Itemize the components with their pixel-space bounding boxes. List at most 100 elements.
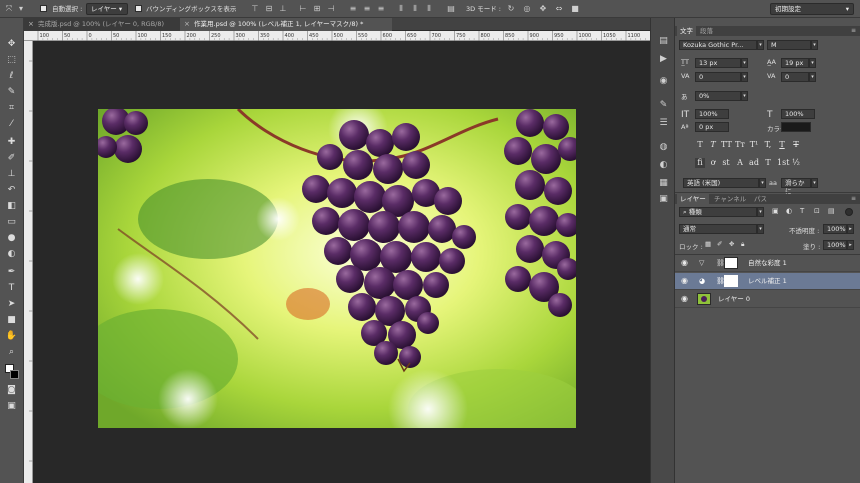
chevron-down-icon[interactable]: ▾ bbox=[811, 40, 818, 50]
eye-icon[interactable]: ◉ bbox=[681, 277, 691, 285]
faux-bold-button[interactable]: T bbox=[695, 140, 705, 150]
align-hcenter-icon[interactable]: ⊞ bbox=[312, 4, 322, 14]
small-caps-button[interactable]: Tт bbox=[735, 140, 745, 150]
3d-rotate-icon[interactable]: ↻ bbox=[506, 4, 516, 14]
baseline-shift-field[interactable]: 0 px bbox=[695, 122, 729, 132]
gradient-tool-icon[interactable]: ▭ bbox=[4, 216, 19, 228]
styles-icon[interactable]: ◍ bbox=[658, 142, 669, 153]
3d-slide-icon[interactable]: ⇔ bbox=[554, 4, 564, 14]
lock-all-icon[interactable]: 🔒︎ bbox=[741, 240, 744, 249]
tab-working-doc[interactable]: × 作業用.psd @ 100% (レベル補正 1, レイヤーマスク/8) * bbox=[180, 18, 392, 31]
screen-mode-icon[interactable]: ▣ bbox=[4, 400, 19, 412]
chevron-down-icon[interactable]: ▾ bbox=[757, 40, 764, 50]
horizontal-scale-field[interactable]: 100% bbox=[781, 109, 815, 119]
tab-layers[interactable]: レイヤー bbox=[677, 194, 709, 204]
bounding-box-checkbox[interactable] bbox=[135, 5, 142, 12]
chevron-down-icon[interactable]: ▸ bbox=[847, 224, 854, 234]
layer-row[interactable]: ◉ レイヤー 0 bbox=[675, 291, 860, 308]
path-select-tool-icon[interactable]: ➤ bbox=[4, 298, 19, 310]
stylistic-alternates-button[interactable]: A bbox=[735, 158, 745, 168]
align-left-icon[interactable]: ⊢ bbox=[298, 4, 308, 14]
filter-shape-icon[interactable]: ⊡ bbox=[814, 207, 820, 215]
vertical-scale-field[interactable]: 100% bbox=[695, 109, 729, 119]
clone-stamp-tool-icon[interactable]: ⊥ bbox=[4, 168, 19, 180]
color-icon[interactable]: ◐ bbox=[658, 160, 669, 171]
info-icon[interactable]: ▣ bbox=[658, 194, 669, 205]
swash-button[interactable]: st bbox=[721, 158, 731, 168]
background-color-swatch[interactable] bbox=[10, 370, 19, 379]
font-size-field[interactable]: 13 px bbox=[695, 58, 741, 68]
layer-row[interactable]: ◉ ◕ ⛓ レベル補正 1 bbox=[675, 273, 860, 290]
close-icon[interactable]: × bbox=[184, 18, 190, 31]
blur-tool-icon[interactable]: ● bbox=[4, 232, 19, 244]
chevron-down-icon[interactable]: ▸ bbox=[847, 240, 854, 250]
eraser-tool-icon[interactable]: ◧ bbox=[4, 200, 19, 212]
align-top-icon[interactable]: ⊤ bbox=[250, 4, 260, 14]
tsume-field[interactable]: 0% bbox=[695, 91, 741, 101]
chevron-down-icon[interactable]: ▾ bbox=[757, 207, 764, 217]
auto-select-dropdown[interactable]: レイヤー ▾ bbox=[86, 3, 128, 15]
titling-alternates-button[interactable]: ad bbox=[749, 158, 759, 168]
layer-thumbnail[interactable] bbox=[697, 293, 711, 305]
tracking-field[interactable]: 0 bbox=[781, 72, 809, 82]
fill-field[interactable]: 100% bbox=[823, 240, 847, 250]
lock-image-icon[interactable]: ✐ bbox=[717, 240, 722, 248]
tab-channels[interactable]: チャンネル bbox=[711, 194, 749, 204]
ordinals-button[interactable]: 1st bbox=[777, 158, 789, 168]
dodge-tool-icon[interactable]: ◐ bbox=[4, 248, 19, 260]
tab-character[interactable]: 文字 bbox=[677, 26, 696, 36]
pen-tool-icon[interactable]: ✒ bbox=[4, 266, 19, 278]
layer-row[interactable]: ◉ ▽ ⛓ 自然な彩度 1 bbox=[675, 255, 860, 272]
filter-smart-object-icon[interactable]: ▤ bbox=[828, 207, 835, 215]
brush-preset-icon[interactable]: ✎ bbox=[658, 100, 669, 111]
3d-pan-icon[interactable]: ✥ bbox=[538, 4, 548, 14]
chevron-down-icon[interactable]: ▾ bbox=[809, 72, 816, 82]
ligature-button[interactable]: fi bbox=[695, 158, 705, 168]
lasso-tool-icon[interactable]: ℓ bbox=[4, 70, 19, 82]
text-color-swatch[interactable] bbox=[781, 122, 811, 132]
tab-finished-doc[interactable]: × 完成版.psd @ 100% (レイヤー 0, RGB/8) bbox=[24, 18, 180, 31]
align-bottom-icon[interactable]: ⊥ bbox=[278, 4, 288, 14]
ornaments-button[interactable]: T bbox=[763, 158, 773, 168]
filter-pixel-icon[interactable]: ▣ bbox=[772, 207, 779, 215]
layer-mask-thumbnail[interactable] bbox=[724, 257, 738, 269]
leading-field[interactable]: 19 px bbox=[781, 58, 809, 68]
3d-roll-icon[interactable]: ◎ bbox=[522, 4, 532, 14]
chevron-down-icon[interactable]: ▾ bbox=[741, 91, 748, 101]
panel-menu-icon[interactable]: ≡ bbox=[851, 26, 856, 36]
eye-icon[interactable]: ◉ bbox=[681, 259, 691, 267]
chevron-down-icon[interactable]: ▾ bbox=[809, 58, 816, 68]
strikethrough-button[interactable]: T bbox=[791, 140, 801, 150]
all-caps-button[interactable]: TT bbox=[721, 140, 732, 150]
3d-scale-icon[interactable]: ■ bbox=[570, 4, 580, 14]
chevron-down-icon[interactable]: ▾ bbox=[759, 178, 766, 188]
auto-align-icon[interactable]: ▤ bbox=[446, 4, 456, 14]
adjustments-icon[interactable]: ◉ bbox=[658, 76, 669, 87]
faux-italic-button[interactable]: T bbox=[708, 140, 718, 150]
properties-icon[interactable]: ☰ bbox=[658, 118, 669, 129]
superscript-button[interactable]: T¹ bbox=[749, 140, 759, 150]
align-vcenter-icon[interactable]: ⊟ bbox=[264, 4, 274, 14]
marquee-tool-icon[interactable]: ⬚ bbox=[4, 54, 19, 66]
kerning-field[interactable]: 0 bbox=[695, 72, 741, 82]
actions-play-icon[interactable]: ▶ bbox=[658, 54, 669, 65]
font-style-dropdown[interactable]: M bbox=[767, 40, 811, 50]
brush-tool-icon[interactable]: ✐ bbox=[4, 152, 19, 164]
layer-mask-thumbnail[interactable] bbox=[724, 275, 738, 287]
move-tool-icon[interactable]: ✥ bbox=[4, 38, 19, 50]
distribute-right-icon[interactable]: ⦀ bbox=[424, 4, 434, 14]
align-right-icon[interactable]: ⊣ bbox=[326, 4, 336, 14]
history-icon[interactable]: ▤ bbox=[658, 36, 669, 47]
font-family-dropdown[interactable]: Kozuka Gothic Pr... bbox=[679, 40, 757, 50]
blend-mode-dropdown[interactable]: 通常 bbox=[679, 224, 757, 234]
chevron-down-icon[interactable]: ▾ bbox=[811, 178, 818, 188]
eyedropper-tool-icon[interactable]: ⁄ bbox=[4, 118, 19, 130]
rectangle-tool-icon[interactable]: ■ bbox=[4, 314, 19, 326]
tool-preset-arrow-icon[interactable]: ▾ bbox=[16, 4, 26, 14]
filter-adjustment-icon[interactable]: ◐ bbox=[786, 207, 792, 215]
fractions-button[interactable]: ½ bbox=[791, 158, 801, 168]
layer-filter-dropdown[interactable]: ⌕ 種類 bbox=[679, 207, 757, 217]
lock-position-icon[interactable]: ✥ bbox=[729, 240, 734, 248]
tab-paragraph[interactable]: 段落 bbox=[697, 26, 716, 36]
panel-menu-icon[interactable]: ≡ bbox=[851, 194, 856, 204]
